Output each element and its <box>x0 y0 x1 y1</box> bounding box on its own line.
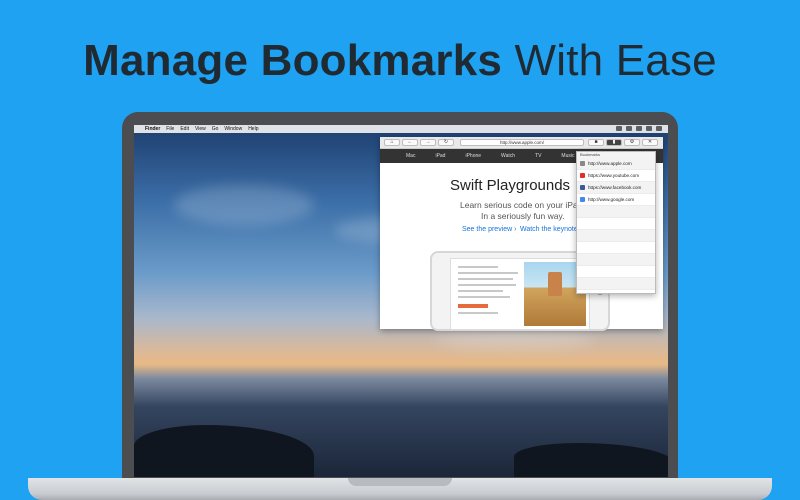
nav-iphone[interactable]: iPhone <box>465 153 481 159</box>
wallpaper-cloud <box>434 330 594 350</box>
menu-window[interactable]: Window <box>224 126 242 132</box>
promo-title: Swift Playgrounds <box>450 177 571 194</box>
nav-ipad[interactable]: iPad <box>435 153 445 159</box>
watch-keynote-link[interactable]: Watch the keynote › <box>520 226 582 233</box>
ipad-doc-panel <box>454 262 524 326</box>
google-icon <box>580 197 585 202</box>
ipad-screen <box>450 258 590 330</box>
menu-go[interactable]: Go <box>212 126 219 132</box>
bookmark-empty-row <box>577 218 655 230</box>
wifi-icon[interactable] <box>626 126 632 131</box>
bookmark-empty-row <box>577 242 655 254</box>
url-field[interactable]: http://www.apple.com/ <box>460 139 584 146</box>
bookmark-url: https://www.youtube.com <box>588 173 640 178</box>
nav-watch[interactable]: Watch <box>501 153 515 159</box>
nav-music[interactable]: Music <box>561 153 574 159</box>
facebook-icon <box>580 185 585 190</box>
bookmarks-button[interactable]: ■ <box>588 139 604 146</box>
bookmark-empty-row <box>577 206 655 218</box>
bookmarks-list: http://www.apple.com https://www.youtube… <box>577 158 655 290</box>
promo-subtitle-2: In a seriously fun way. <box>481 211 565 221</box>
bookmark-item[interactable]: http://www.apple.com <box>577 158 655 170</box>
bookmark-empty-row <box>577 266 655 278</box>
nav-tv[interactable]: TV <box>535 153 541 159</box>
headline-light: With Ease <box>514 36 717 85</box>
menu-finder[interactable]: Finder <box>145 126 160 132</box>
notification-center-icon[interactable] <box>656 126 662 131</box>
bookmark-empty-row <box>577 230 655 242</box>
bookmarks-popover: Bookmarks http://www.apple.com https://w… <box>576 151 656 294</box>
see-preview-link[interactable]: See the preview › <box>462 226 516 233</box>
bookmark-item[interactable]: https://www.youtube.com <box>577 170 655 182</box>
headline-bold: Manage Bookmarks <box>83 36 503 85</box>
wallpaper-cloud <box>174 185 314 225</box>
bookmark-empty-row <box>577 254 655 266</box>
menu-edit[interactable]: Edit <box>180 126 189 132</box>
menu-view[interactable]: View <box>195 126 206 132</box>
bookmark-empty-row <box>577 278 655 290</box>
game-tower <box>548 272 562 296</box>
settings-button[interactable]: ⚙ <box>624 139 640 146</box>
close-button[interactable]: ✕ <box>642 139 658 146</box>
youtube-icon <box>580 173 585 178</box>
bookmark-url: https://www.facebook.com <box>588 185 642 190</box>
bookmark-menubar-icon[interactable] <box>616 126 622 131</box>
bookmark-item[interactable]: http://www.google.com <box>577 194 655 206</box>
apple-icon <box>580 161 585 166</box>
laptop-base-notch <box>348 478 452 486</box>
bookmark-url: http://www.google.com <box>588 197 635 202</box>
promo-subtitle: Learn serious code on your iPad. <box>460 200 585 210</box>
back-button[interactable]: ← <box>402 139 418 146</box>
wallpaper-rocks <box>134 425 314 477</box>
wallpaper-rocks <box>514 443 668 477</box>
menu-file[interactable]: File <box>166 126 174 132</box>
browser-toolbar: ⌂ ← → ↻ http://www.apple.com/ ■ ▮ ⚙ ✕ <box>380 137 663 149</box>
headline: Manage Bookmarks With Ease <box>0 36 800 86</box>
search-icon[interactable] <box>646 126 652 131</box>
bookmark-url: http://www.apple.com <box>588 161 632 166</box>
menu-help[interactable]: Help <box>248 126 258 132</box>
bookmark-item[interactable]: https://www.facebook.com <box>577 182 655 194</box>
laptop-screen: Finder File Edit View Go Window Help ⌂ ←… <box>134 125 668 477</box>
forward-button[interactable]: → <box>420 139 436 146</box>
battery-icon[interactable] <box>636 126 642 131</box>
mac-menubar: Finder File Edit View Go Window Help <box>134 125 668 133</box>
menubar-status-icons <box>616 126 662 131</box>
reload-button[interactable]: ↻ <box>438 139 454 146</box>
bookmark-add-button[interactable]: ▮ <box>606 139 622 146</box>
nav-mac[interactable]: Mac <box>406 153 415 159</box>
home-button[interactable]: ⌂ <box>384 139 400 146</box>
